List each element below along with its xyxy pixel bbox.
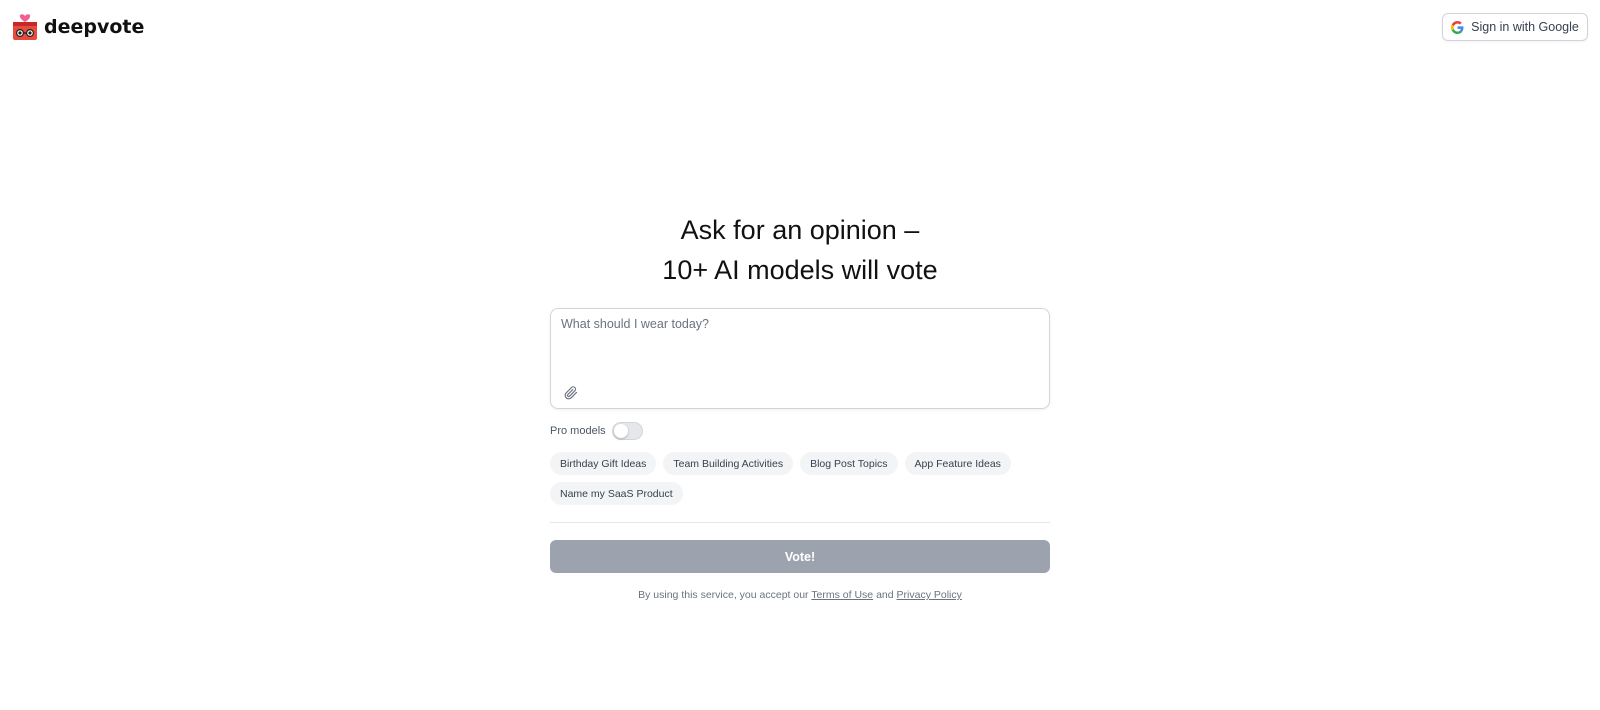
pro-models-toggle[interactable] — [611, 422, 643, 440]
toggle-knob — [613, 424, 628, 438]
divider — [550, 522, 1050, 523]
sign-in-label: Sign in with Google — [1471, 20, 1579, 34]
pro-models-label: Pro models — [550, 425, 606, 437]
google-icon — [1451, 20, 1464, 34]
header: deepvote Sign in with Google — [0, 0, 1600, 56]
brand-name: deepvote — [44, 16, 145, 38]
sign-in-google-button[interactable]: Sign in with Google — [1442, 13, 1588, 41]
deepvote-logo — [13, 14, 37, 40]
suggestion-chip[interactable]: Birthday Gift Ideas — [550, 452, 657, 475]
terms-notice: By using this service, you accept our Te… — [550, 589, 1050, 601]
suggestion-chips: Birthday Gift Ideas Team Building Activi… — [550, 452, 1050, 505]
terms-prefix: By using this service, you accept our — [638, 589, 809, 601]
terms-of-use-link[interactable]: Terms of Use — [811, 589, 873, 601]
paperclip-icon[interactable] — [564, 386, 578, 400]
suggestion-chip[interactable]: Blog Post Topics — [800, 452, 898, 475]
privacy-policy-link[interactable]: Privacy Policy — [897, 589, 962, 601]
suggestion-chip[interactable]: Team Building Activities — [663, 452, 794, 475]
brand-logo-link[interactable]: deepvote — [12, 12, 144, 42]
suggestion-chip[interactable]: App Feature Ideas — [904, 452, 1011, 475]
terms-and: and — [876, 589, 894, 601]
pro-models-row: Pro models — [550, 421, 643, 441]
headline-line-1: Ask for an opinion – — [680, 215, 920, 245]
prompt-box — [550, 308, 1050, 409]
vote-button[interactable]: Vote! — [550, 540, 1050, 573]
question-input[interactable] — [561, 317, 1039, 377]
page-title: Ask for an opinion – 10+ AI models will … — [550, 210, 1050, 290]
suggestion-chip[interactable]: Name my SaaS Product — [550, 482, 683, 505]
headline-line-2: 10+ AI models will vote — [662, 255, 938, 285]
